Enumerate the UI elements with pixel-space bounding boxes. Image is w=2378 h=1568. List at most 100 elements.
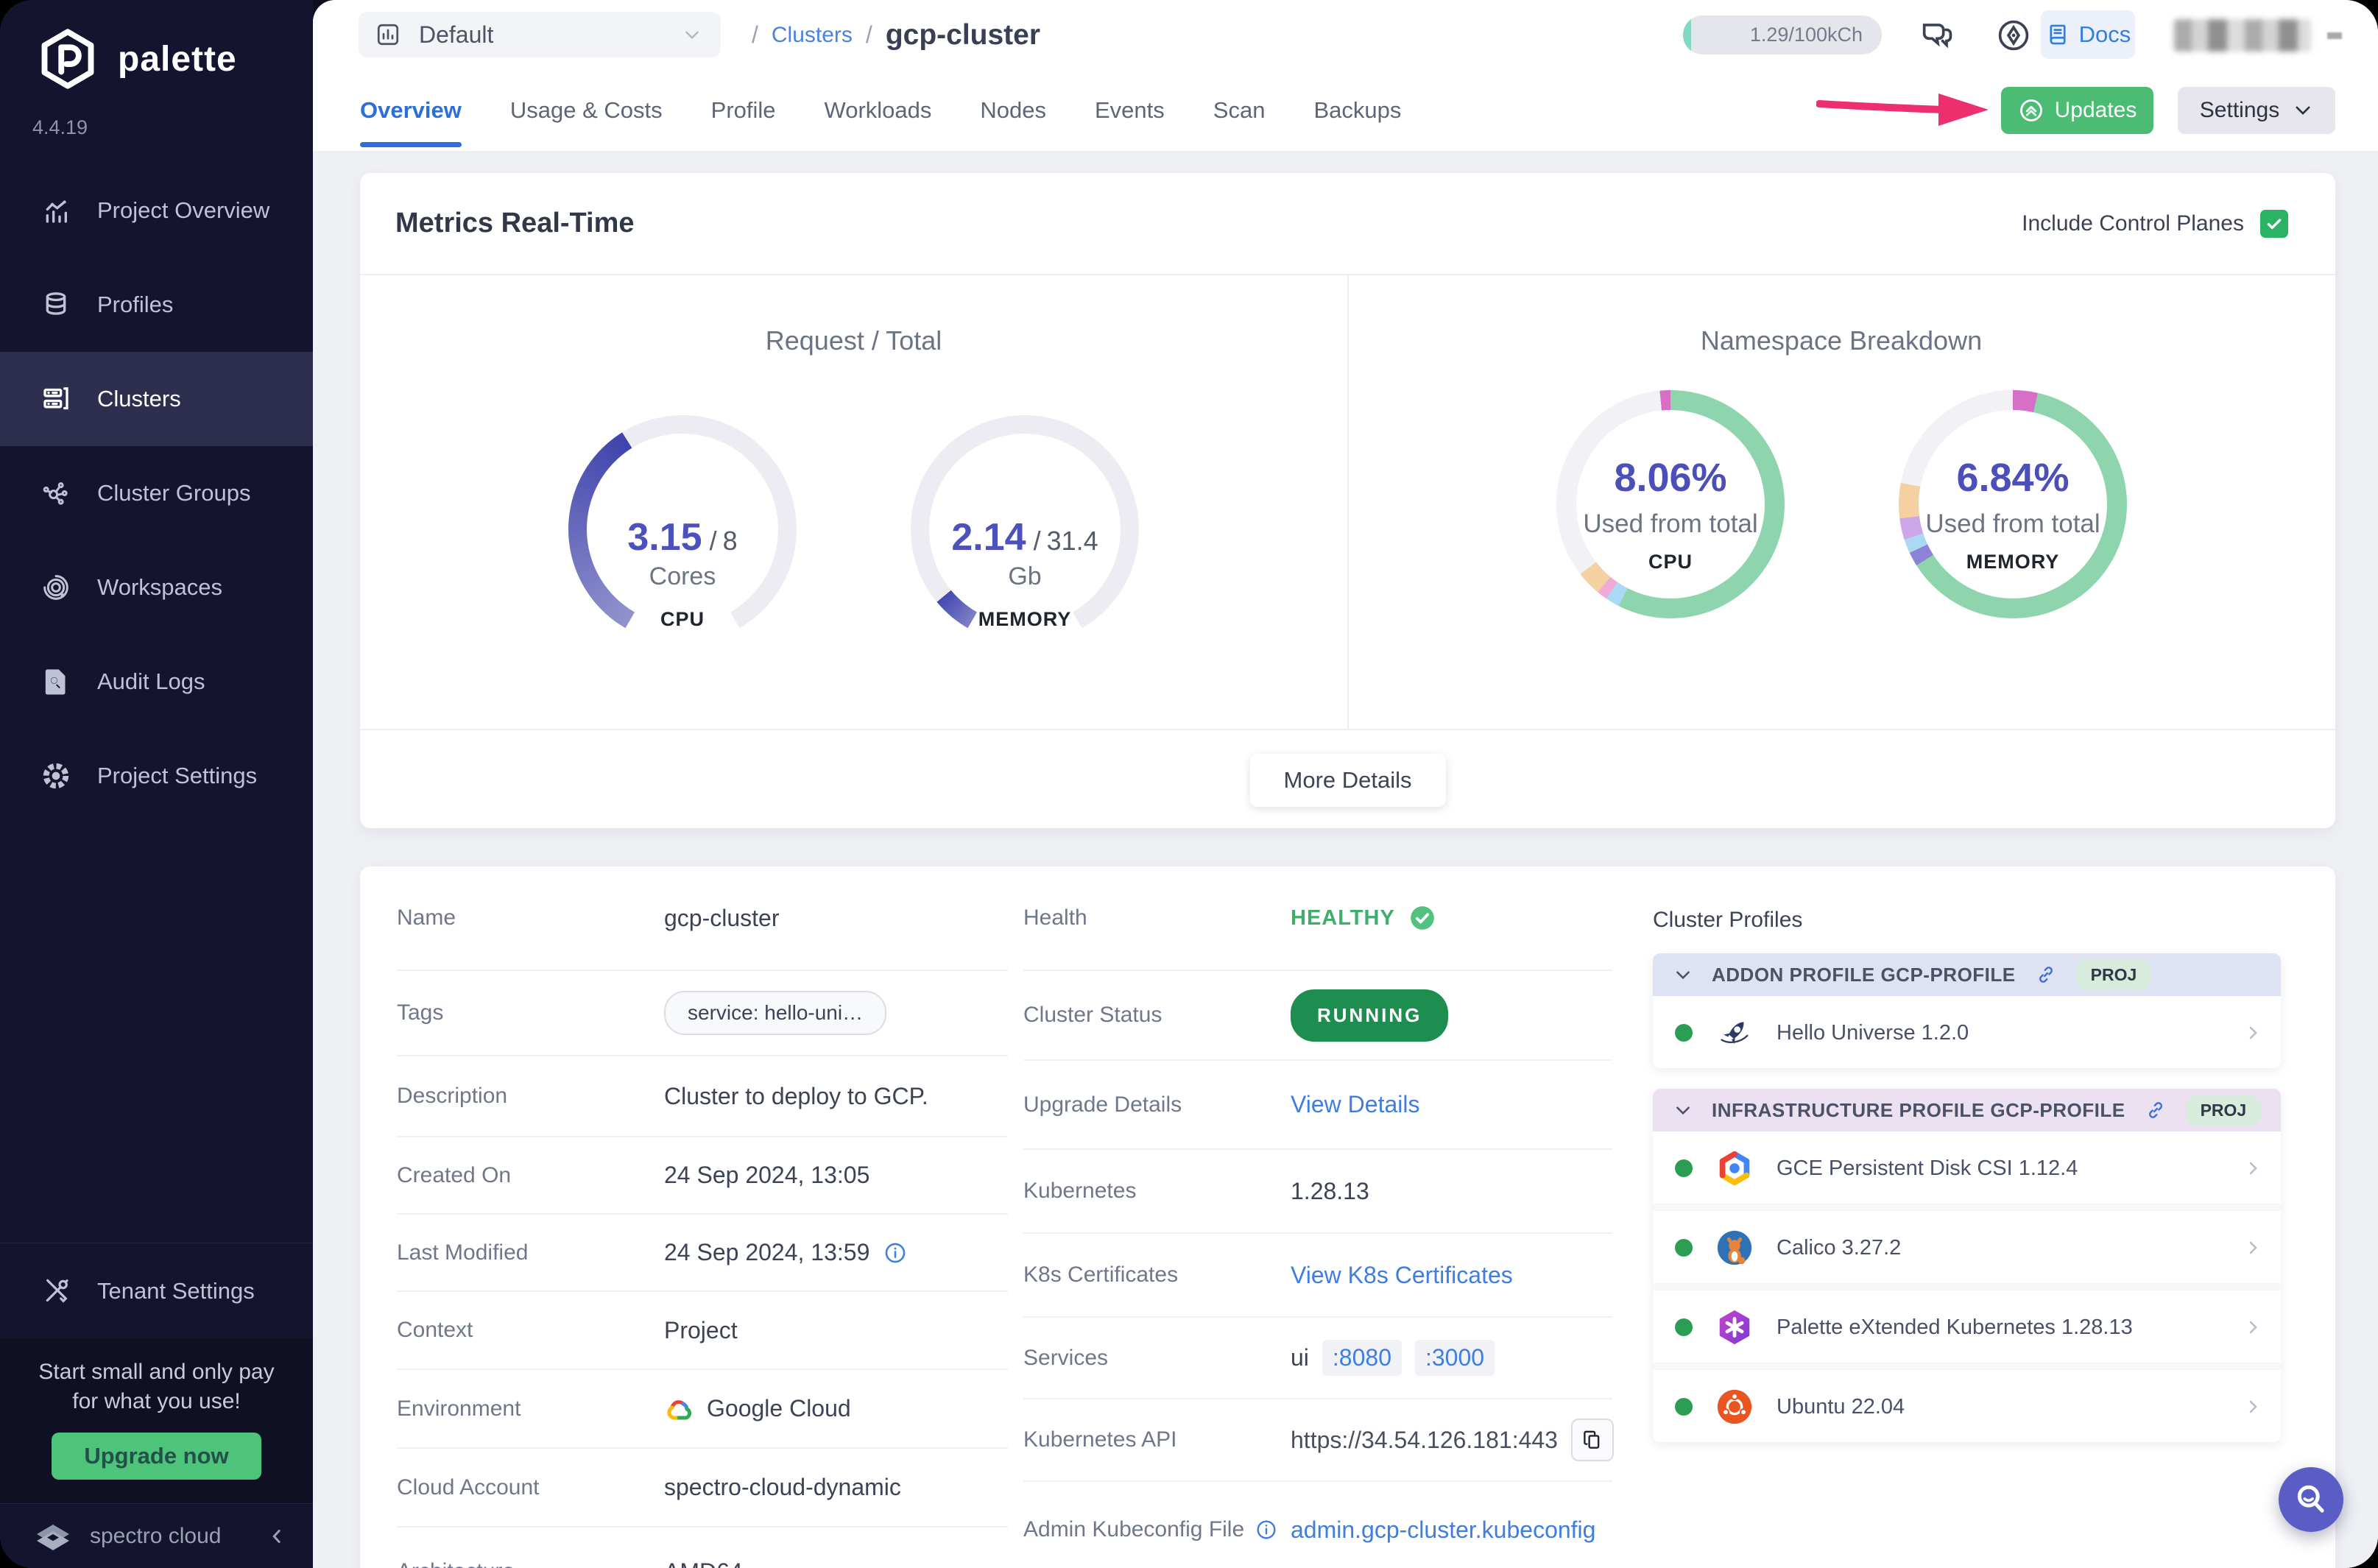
memory-donut-percent: 6.84%: [1956, 456, 2070, 500]
promo-text: Start small and only pay for what you us…: [38, 1360, 275, 1413]
project-selector-value: Default: [419, 21, 494, 48]
cluster-profiles-title: Cluster Profiles: [1653, 908, 1803, 932]
chat-icon[interactable]: [1918, 16, 1956, 54]
detail-row-tags: Tags service: hello-uni…: [397, 971, 1008, 1056]
addon-profile-header[interactable]: ADDON PROFILE GCP-PROFILE PROJ: [1653, 953, 2281, 996]
request-total-panel: Request / Total 3.15/8 Cores CPU 2.14/31…: [360, 274, 1347, 729]
search-icon: [2297, 1485, 2324, 1513]
sidebar-item-label: Project Settings: [97, 763, 258, 788]
sidebar-item-tenant-settings[interactable]: Tenant Settings: [0, 1243, 313, 1339]
tab-overview[interactable]: Overview: [360, 70, 462, 151]
service-port-link[interactable]: :3000: [1414, 1340, 1495, 1376]
include-control-planes-checkbox[interactable]: [2260, 209, 2288, 238]
book-icon: [2050, 24, 2066, 45]
copy-icon: [1584, 1430, 1600, 1449]
memory-gauge-unit: Gb: [1008, 562, 1042, 590]
cluster-profiles-column: Cluster Profiles ADDON PROFILE GCP-PROFI…: [1653, 866, 2281, 1442]
tab-events[interactable]: Events: [1095, 70, 1165, 151]
detail-row-context: Context Project: [397, 1292, 1008, 1370]
breadcrumb-clusters-link[interactable]: Clusters: [772, 23, 853, 48]
search-fab[interactable]: [2279, 1467, 2343, 1532]
chevron-right-icon[interactable]: [2244, 1318, 2262, 1336]
profile-layer-gce-csi[interactable]: GCE Persistent Disk CSI 1.12.4: [1653, 1133, 2281, 1211]
service-port-link[interactable]: :8080: [1322, 1340, 1402, 1376]
sidebar-item-label: Profiles: [97, 292, 174, 317]
sidebar-item-project-overview[interactable]: Project Overview: [0, 163, 313, 258]
kubeconfig-download-link[interactable]: admin.gcp-cluster.kubeconfig: [1291, 1516, 1595, 1544]
upgrade-promo: Start small and only pay for what you us…: [0, 1338, 313, 1503]
status-dot: [1675, 1239, 1693, 1257]
sidebar-item-label: Clusters: [97, 386, 181, 412]
compass-icon[interactable]: [1994, 16, 2033, 54]
cluster-groups-icon: [41, 478, 71, 508]
tab-bar: Overview Usage & Costs Profile Workloads…: [313, 70, 2378, 151]
view-k8s-certificates-link[interactable]: View K8s Certificates: [1291, 1262, 1513, 1289]
chart-overview-icon: [41, 196, 71, 225]
detail-row-health: Health HEALTHY: [1023, 866, 1612, 971]
status-dot: [1675, 1398, 1693, 1416]
view-details-link[interactable]: View Details: [1291, 1091, 1419, 1118]
info-icon[interactable]: [1255, 1518, 1278, 1541]
namespace-breakdown-panel: Namespace Breakdown 8.06% Used from tota…: [1347, 274, 2335, 729]
sidebar-item-project-settings[interactable]: Project Settings: [0, 729, 313, 823]
sidebar-nav: Project Overview Profiles Clusters Clust…: [0, 163, 313, 823]
sidebar-item-audit-logs[interactable]: Audit Logs: [0, 635, 313, 729]
blurred-text: [2327, 32, 2342, 39]
cpu-donut-percent: 8.06%: [1614, 456, 1727, 500]
profiles-icon: [41, 290, 71, 319]
tab-usage-costs[interactable]: Usage & Costs: [510, 70, 663, 151]
tab-backups[interactable]: Backups: [1313, 70, 1401, 151]
chevron-right-icon[interactable]: [2244, 1239, 2262, 1257]
info-icon[interactable]: [883, 1240, 908, 1265]
chevron-down-icon: [2296, 106, 2310, 115]
tab-nodes[interactable]: Nodes: [980, 70, 1046, 151]
sidebar-item-label: Project Overview: [97, 197, 270, 223]
tag-chip[interactable]: service: hello-uni…: [664, 991, 887, 1035]
profile-layer-ubuntu[interactable]: Ubuntu 22.04: [1653, 1371, 2281, 1442]
more-details-button[interactable]: More Details: [1249, 754, 1446, 807]
sidebar-item-label: Workspaces: [97, 574, 222, 600]
page-title: gcp-cluster: [885, 18, 1041, 51]
content: Metrics Real-Time Include Control Planes…: [313, 151, 2378, 1568]
chart-divider: [1347, 274, 1349, 729]
tab-workloads[interactable]: Workloads: [825, 70, 932, 151]
sidebar-item-cluster-groups[interactable]: Cluster Groups: [0, 446, 313, 540]
breadcrumb: / Clusters / gcp-cluster: [752, 0, 1040, 70]
memory-namespace-donut: 6.84% Used from total MEMORY: [1899, 390, 2127, 618]
tab-scan[interactable]: Scan: [1213, 70, 1266, 151]
docs-button[interactable]: Docs: [2041, 10, 2135, 59]
profile-layer-calico[interactable]: Calico 3.27.2: [1653, 1212, 2281, 1290]
usage-text: 1.29/100kCh: [1749, 24, 1863, 46]
detail-row-description: Description Cluster to deploy to GCP.: [397, 1056, 1008, 1137]
brand-name: palette: [118, 39, 237, 79]
profile-layer-hello-universe[interactable]: Hello Universe 1.2.0: [1653, 997, 2281, 1068]
settings-label: Settings: [2199, 98, 2280, 122]
infrastructure-profile-header[interactable]: INFRASTRUCTURE PROFILE GCP-PROFILE PROJ: [1653, 1089, 2281, 1131]
user-name-blurred[interactable]: [2174, 19, 2311, 52]
sidebar-item-label: Audit Logs: [97, 668, 205, 694]
chevron-right-icon[interactable]: [2244, 1398, 2262, 1416]
sidebar-item-profiles[interactable]: Profiles: [0, 258, 313, 352]
tab-profile[interactable]: Profile: [711, 70, 776, 151]
check-circle-icon: [1410, 906, 1434, 930]
chevron-right-icon[interactable]: [2244, 1159, 2262, 1177]
spectro-cloud-logo-icon: [37, 1525, 69, 1550]
detail-row-modified: Last Modified 24 Sep 2024, 13:59: [397, 1215, 1008, 1292]
breadcrumb-separator: /: [865, 21, 872, 48]
collapse-sidebar-icon[interactable]: [266, 1525, 288, 1547]
settings-button[interactable]: Settings: [2178, 87, 2335, 134]
infrastructure-profile-group: INFRASTRUCTURE PROFILE GCP-PROFILE PROJ: [1653, 1089, 2281, 1442]
copy-button[interactable]: [1570, 1419, 1614, 1461]
profile-layer-pxk[interactable]: Palette eXtended Kubernetes 1.28.13: [1653, 1292, 2281, 1370]
sidebar-item-workspaces[interactable]: Workspaces: [0, 540, 313, 635]
updates-button[interactable]: Updates: [2001, 87, 2153, 134]
sidebar-item-clusters[interactable]: Clusters: [0, 352, 313, 446]
upgrade-now-button[interactable]: Upgrade now: [52, 1433, 261, 1480]
project-selector[interactable]: Default: [359, 12, 721, 57]
chevron-right-icon[interactable]: [2244, 1024, 2262, 1042]
detail-row-kubernetes: Kubernetes 1.28.13: [1023, 1150, 1612, 1234]
metrics-card: Metrics Real-Time Include Control Planes…: [360, 173, 2335, 828]
cpu-donut-caption: Used from total: [1583, 509, 1758, 538]
check-icon: [2267, 218, 2282, 229]
status-badge: RUNNING: [1291, 989, 1449, 1042]
